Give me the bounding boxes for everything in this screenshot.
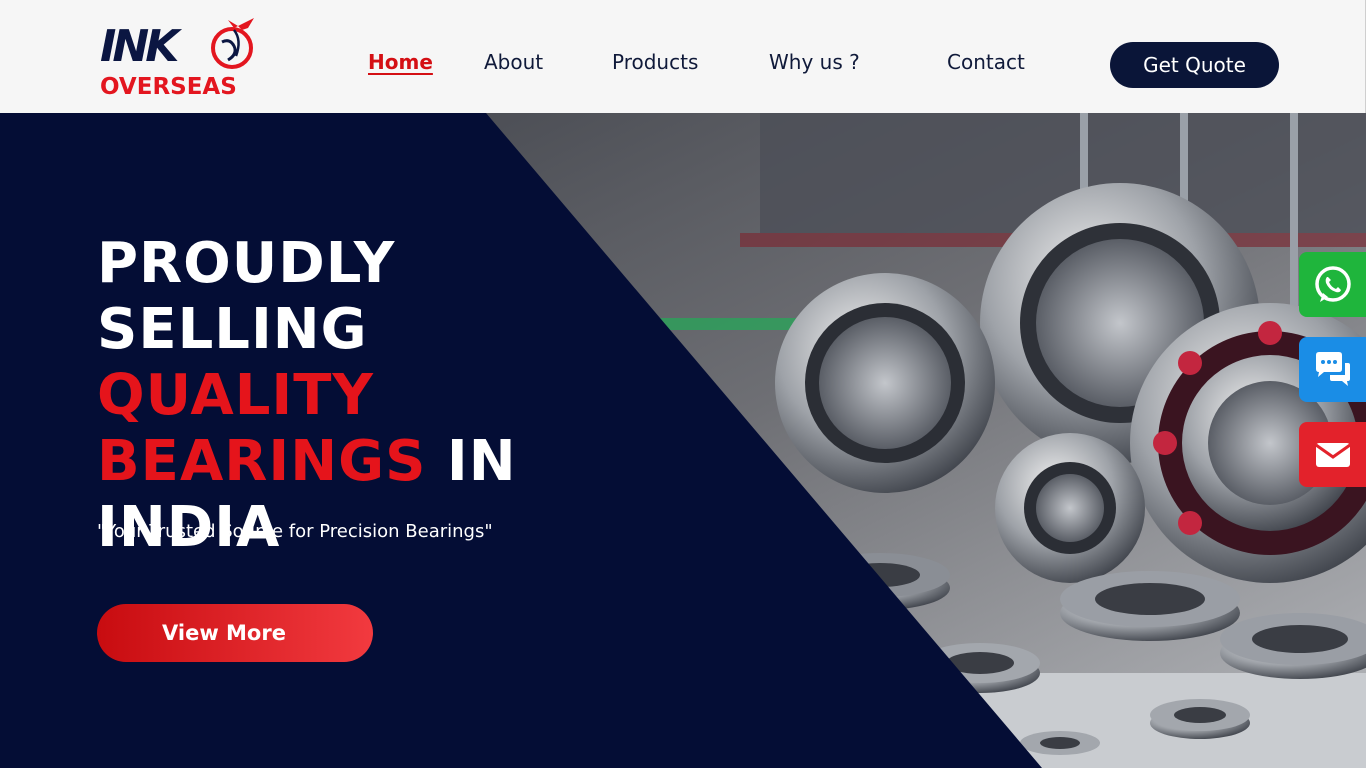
- mail-icon: [1314, 442, 1351, 467]
- headline-highlight-quality: QUALITY: [97, 363, 374, 428]
- nav-home[interactable]: Home: [368, 50, 433, 78]
- mail-button[interactable]: [1299, 422, 1366, 487]
- hero-section: PROUDLY SELLING QUALITY BEARINGS IN INDI…: [0, 113, 1366, 768]
- headline-highlight-bearings: BEARINGS: [97, 429, 427, 494]
- whatsapp-icon: [1314, 265, 1351, 302]
- headline-line-1: PROUDLY: [97, 231, 396, 296]
- chat-icon: [1315, 351, 1350, 386]
- nav-contact[interactable]: Contact: [947, 50, 1025, 78]
- brand-logo[interactable]: INK OVERSEAS: [100, 16, 260, 100]
- logo-wordmark-bottom: OVERSEAS: [100, 74, 237, 100]
- chat-button[interactable]: [1299, 337, 1366, 402]
- logo-wordmark-top: INK: [100, 21, 179, 72]
- get-quote-button[interactable]: Get Quote: [1110, 42, 1279, 88]
- hero-tagline: "Your Trusted Source for Precision Beari…: [97, 521, 493, 542]
- nav-why-us[interactable]: Why us ?: [769, 50, 860, 78]
- headline-line-3b: IN: [426, 429, 517, 494]
- view-more-button[interactable]: View More: [97, 604, 373, 662]
- whatsapp-button[interactable]: [1299, 252, 1366, 317]
- nav-about[interactable]: About: [484, 50, 543, 78]
- headline-line-2a: SELLING: [97, 297, 368, 362]
- nav-products[interactable]: Products: [612, 50, 698, 78]
- site-header: INK OVERSEAS Home About Products Why us …: [0, 0, 1366, 113]
- hero-headline: PROUDLY SELLING QUALITY BEARINGS IN INDI…: [97, 231, 657, 561]
- globe-plane-icon: [211, 18, 254, 69]
